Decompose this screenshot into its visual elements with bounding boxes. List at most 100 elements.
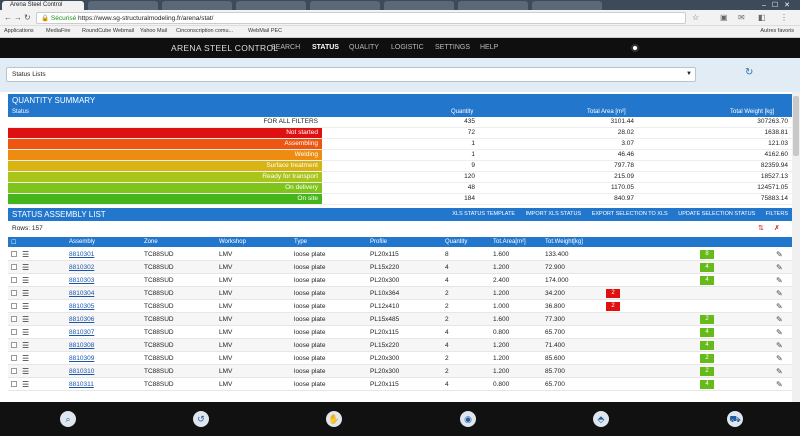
menu-logistic[interactable]: LOGISTIC (391, 44, 424, 51)
star-icon[interactable]: ☆ (692, 13, 699, 22)
history-icon[interactable]: ↺ (193, 411, 209, 427)
details-list-icon[interactable]: ☰ (22, 341, 29, 350)
import-xls-status-button[interactable]: IMPORT XLS STATUS (526, 211, 582, 217)
edit-icon[interactable]: ✎ (776, 341, 783, 350)
reload-icon[interactable]: ↻ (24, 13, 31, 22)
table-row[interactable]: ☰ 8810305 TC88SUD LMV loose plate PL12x410 2 1.… (8, 300, 792, 313)
col-tot-weight[interactable]: Tot.Weight[kg] (545, 239, 583, 245)
row-checkbox[interactable] (11, 342, 17, 348)
bookmark-roundcube[interactable]: RoundCube Webmail (82, 28, 134, 34)
browser-tab[interactable] (310, 1, 380, 10)
table-row[interactable]: ☰ 8810304 TC88SUD LMV loose plate PL10x364 2 1.… (8, 287, 792, 300)
edit-icon[interactable]: ✎ (776, 263, 783, 272)
browser-tab[interactable] (532, 1, 602, 10)
bookmark-apps[interactable]: Applications (4, 28, 34, 34)
row-checkbox[interactable] (11, 264, 17, 270)
col-zone[interactable]: Zone (144, 239, 158, 245)
menu-help[interactable]: HELP (480, 44, 498, 51)
extension-icon[interactable]: ▣ (720, 13, 728, 22)
export-selection-button[interactable]: EXPORT SELECTION TO XLS (592, 211, 668, 217)
update-selection-status-button[interactable]: UPDATE SELECTION STATUS (678, 211, 755, 217)
table-row[interactable]: ☰ 8810303 TC88SUD LMV loose plate PL20x300 4 2.… (8, 274, 792, 287)
table-row[interactable]: ☰ 8810309 TC88SUD LMV loose plate PL20x300 2 1.… (8, 352, 792, 365)
col-assembly[interactable]: Assembly (69, 239, 95, 245)
details-list-icon[interactable]: ☰ (22, 380, 29, 389)
table-row[interactable]: ☰ 8810310 TC88SUD LMV loose plate PL20x300 2 1.… (8, 365, 792, 378)
details-list-icon[interactable]: ☰ (22, 302, 29, 311)
edit-icon[interactable]: ✎ (776, 276, 783, 285)
scrollbar[interactable] (792, 92, 800, 402)
table-row[interactable]: ☰ 8810311 TC88SUD LMV loose plate PL20x115 4 0.… (8, 378, 792, 391)
assembly-link[interactable]: 8810307 (69, 329, 94, 336)
bookmark-yahoo[interactable]: Yahoo Mail (140, 28, 167, 34)
clear-filter-icon[interactable]: ✗ (774, 224, 780, 232)
browser-tab[interactable] (162, 1, 232, 10)
bookmark-mediafire[interactable]: MediaFire (46, 28, 70, 34)
edit-icon[interactable]: ✎ (776, 289, 783, 298)
col-workshop[interactable]: Workshop (219, 239, 246, 245)
browser-tab[interactable] (88, 1, 158, 10)
edit-icon[interactable]: ✎ (776, 380, 783, 389)
table-row[interactable]: ☰ 8810306 TC88SUD LMV loose plate PL15x485 2 1.… (8, 313, 792, 326)
table-row[interactable]: ☰ 8810307 TC88SUD LMV loose plate PL20x115 4 0.… (8, 326, 792, 339)
filters-button[interactable]: FILTERS (766, 211, 788, 217)
window-controls[interactable]: –☐✕ (762, 1, 796, 9)
hand-icon[interactable]: ✋ (326, 411, 342, 427)
assembly-link[interactable]: 8810309 (69, 355, 94, 362)
browser-tab-active[interactable]: Arena Steel Control (2, 1, 84, 10)
details-list-icon[interactable]: ☰ (22, 263, 29, 272)
row-checkbox[interactable] (11, 316, 17, 322)
details-list-icon[interactable]: ☰ (22, 367, 29, 376)
assembly-link[interactable]: 8810301 (69, 251, 94, 258)
select-all-checkbox[interactable]: ☐ (11, 239, 16, 246)
mail-icon[interactable]: ✉ (738, 13, 745, 22)
bookmark-webmail[interactable]: WebMail PEC (248, 28, 282, 34)
col-profile[interactable]: Profile (370, 239, 387, 245)
user-icon[interactable] (631, 44, 639, 52)
assembly-link[interactable]: 8810305 (69, 303, 94, 310)
truck-icon[interactable]: ⛟ (727, 411, 743, 427)
col-quantity[interactable]: Quantity (445, 239, 467, 245)
extension-icon[interactable]: ◧ (758, 13, 766, 22)
col-type[interactable]: Type (294, 239, 307, 245)
eye-icon[interactable]: ◉ (460, 411, 476, 427)
bookmark-other[interactable]: Autres favoris (760, 28, 794, 34)
browser-tab[interactable] (458, 1, 528, 10)
assembly-link[interactable]: 8810306 (69, 316, 94, 323)
edit-icon[interactable]: ✎ (776, 250, 783, 259)
edit-icon[interactable]: ✎ (776, 367, 783, 376)
menu-status[interactable]: STATUS (312, 44, 339, 51)
details-list-icon[interactable]: ☰ (22, 354, 29, 363)
details-list-icon[interactable]: ☰ (22, 289, 29, 298)
row-checkbox[interactable] (11, 277, 17, 283)
row-checkbox[interactable] (11, 303, 17, 309)
row-checkbox[interactable] (11, 329, 17, 335)
menu-search[interactable]: SEARCH (271, 44, 300, 51)
assembly-link[interactable]: 8810310 (69, 368, 94, 375)
assembly-link[interactable]: 8810311 (69, 381, 94, 388)
table-row[interactable]: ☰ 8810308 TC88SUD LMV loose plate PL15x220 4 1.… (8, 339, 792, 352)
xls-status-template-button[interactable]: XLS STATUS TEMPLATE (452, 211, 515, 217)
browser-tab[interactable] (236, 1, 306, 10)
details-list-icon[interactable]: ☰ (22, 250, 29, 259)
edit-icon[interactable]: ✎ (776, 302, 783, 311)
table-row[interactable]: ☰ 8810302 TC88SUD LMV loose plate PL15x220 4 1.… (8, 261, 792, 274)
row-checkbox[interactable] (11, 290, 17, 296)
scrollbar-thumb[interactable] (793, 96, 799, 156)
menu-settings[interactable]: SETTINGS (435, 44, 470, 51)
edit-icon[interactable]: ✎ (776, 328, 783, 337)
forward-icon[interactable]: → (14, 13, 22, 22)
assembly-link[interactable]: 8810304 (69, 290, 94, 297)
row-checkbox[interactable] (11, 355, 17, 361)
menu-quality[interactable]: QUALITY (349, 44, 379, 51)
row-checkbox[interactable] (11, 251, 17, 257)
search-icon[interactable]: ⌕ (60, 411, 76, 427)
sort-icon[interactable]: ⇅ (758, 224, 764, 232)
table-row[interactable]: ☰ 8810301 TC88SUD LMV loose plate PL20x115 8 1.… (8, 248, 792, 261)
tag-icon[interactable]: ⬘ (593, 411, 609, 427)
status-list-select[interactable]: Status Lists ▼ (6, 67, 696, 82)
assembly-link[interactable]: 8810303 (69, 277, 94, 284)
back-icon[interactable]: ← (4, 13, 12, 22)
row-checkbox[interactable] (11, 368, 17, 374)
assembly-link[interactable]: 8810308 (69, 342, 94, 349)
